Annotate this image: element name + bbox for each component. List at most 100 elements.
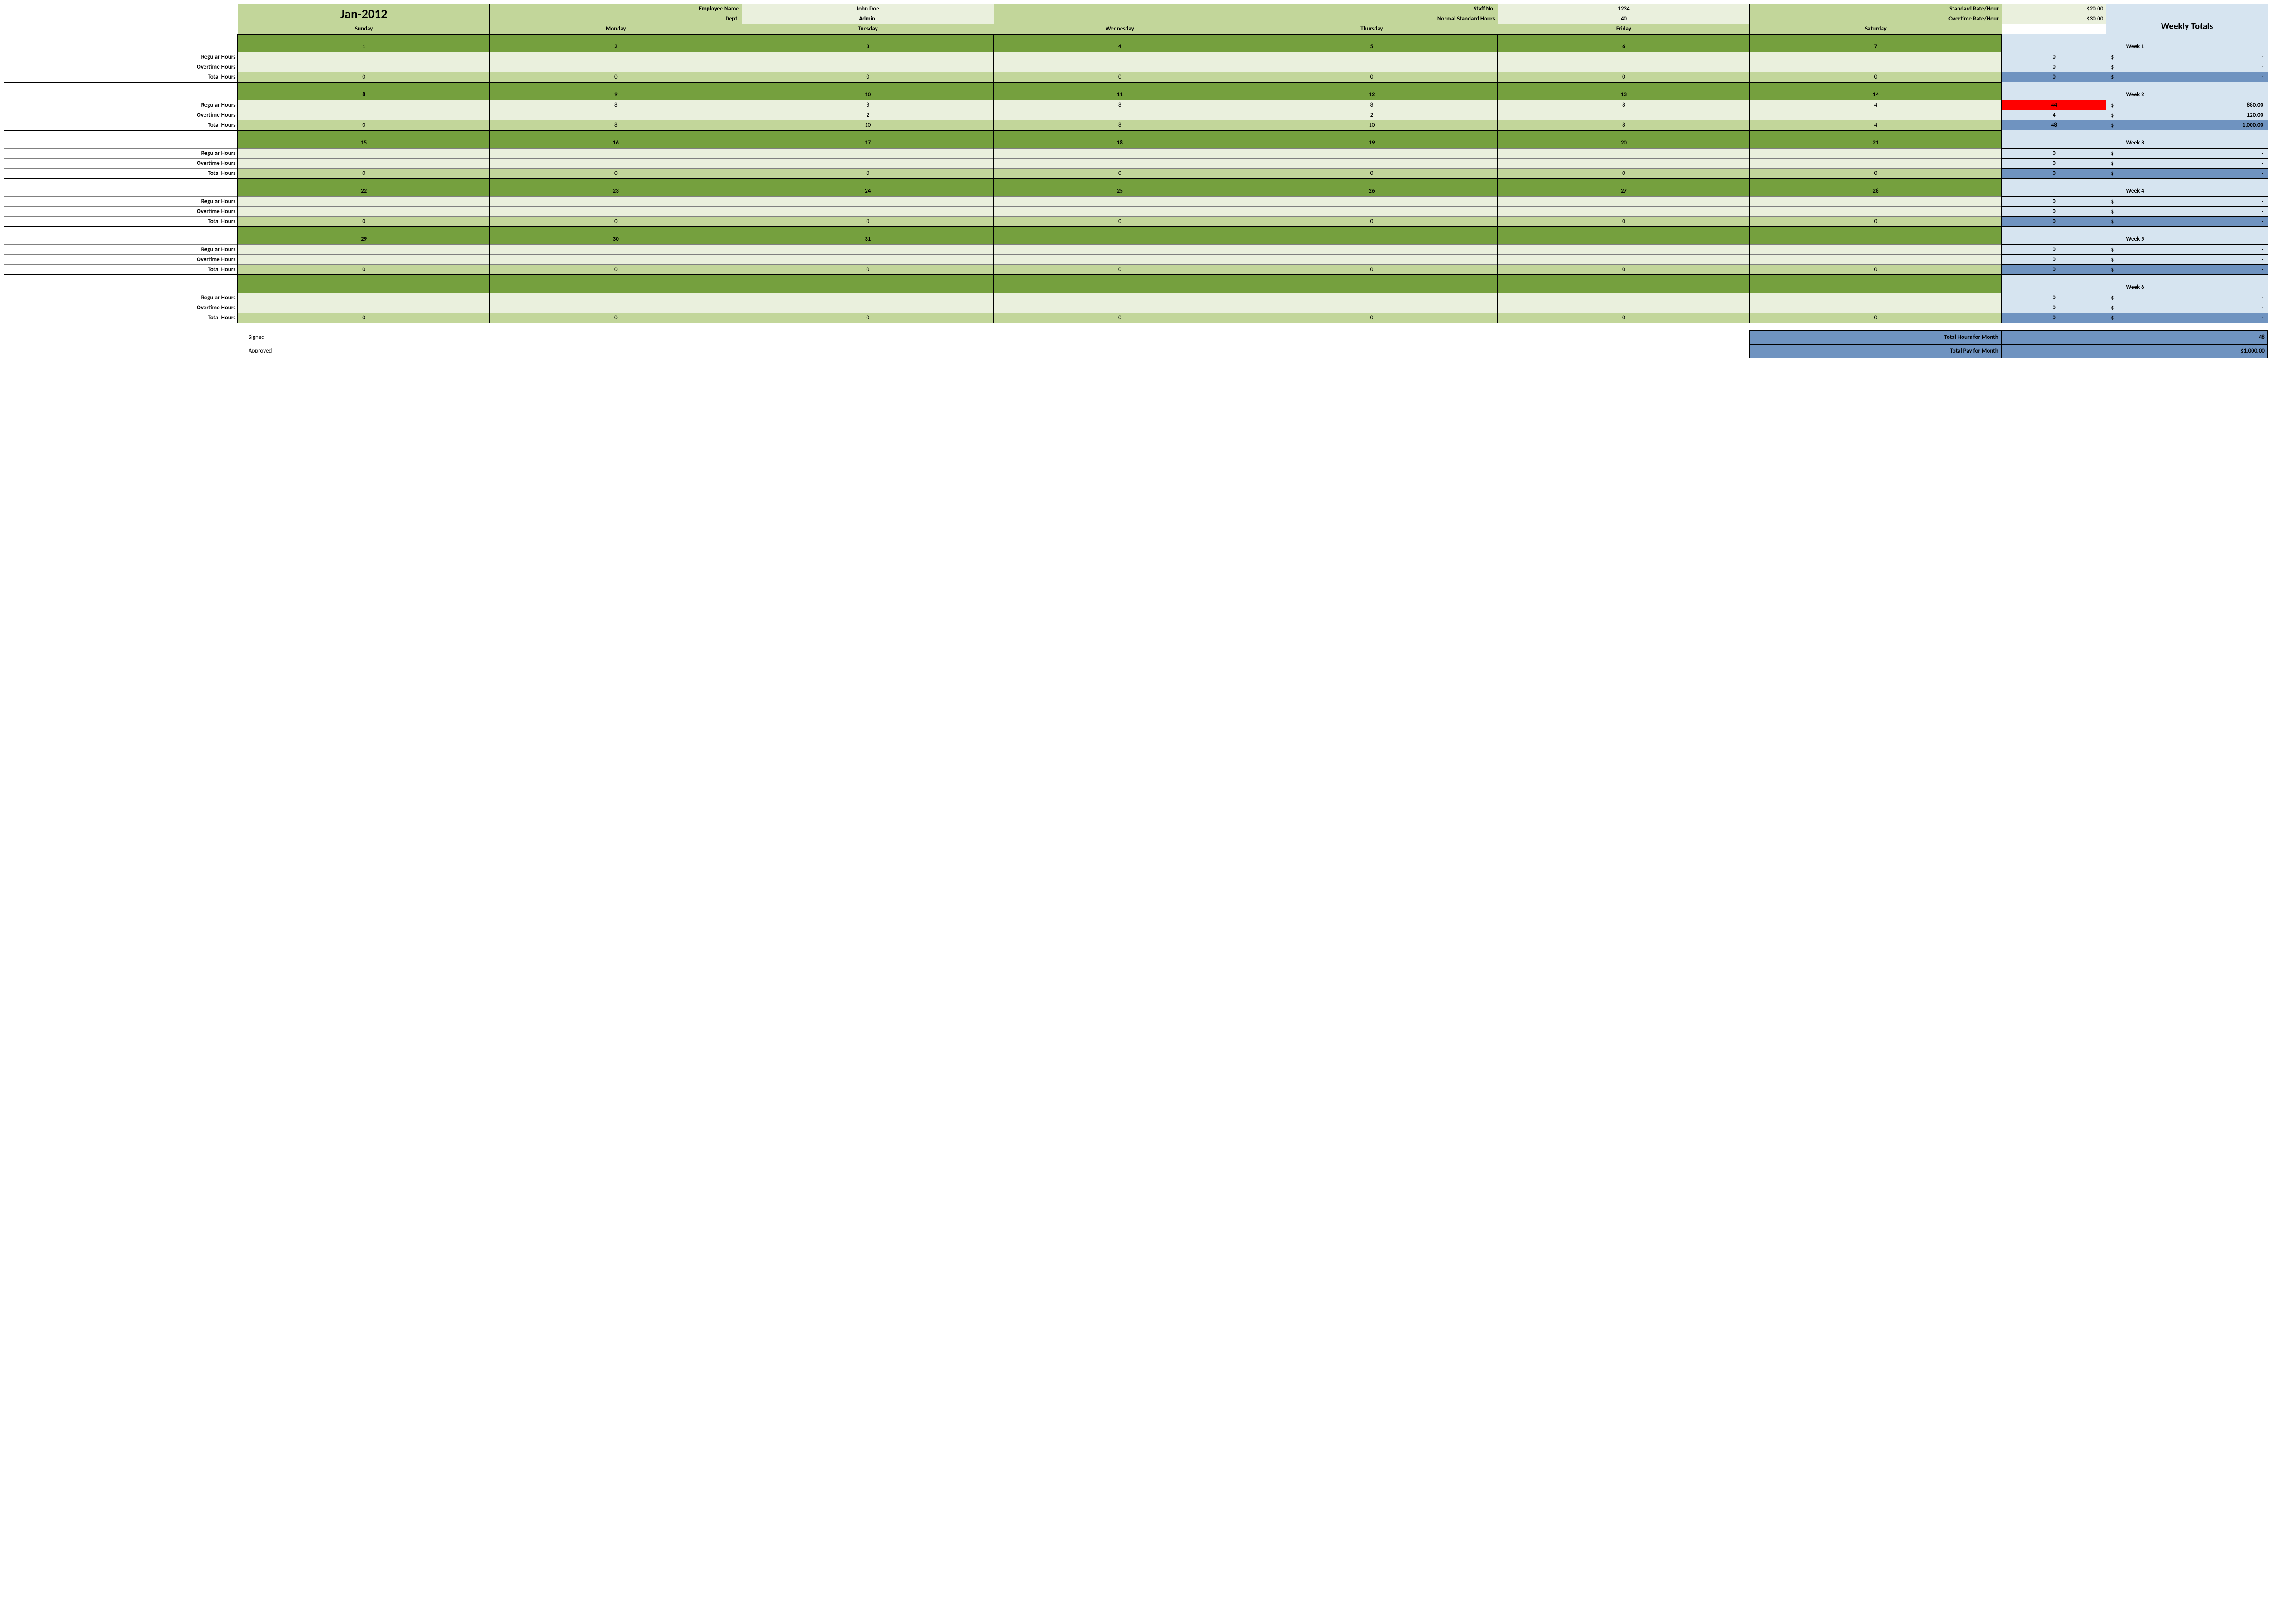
regular-hours-cell[interactable]: 8 <box>1246 100 1498 110</box>
overtime-hours-cell[interactable] <box>238 159 490 169</box>
total-hours-label: Total Hours <box>4 120 238 130</box>
regular-hours-cell[interactable] <box>1750 293 2002 303</box>
approved-line[interactable] <box>489 344 993 358</box>
week-total-amount: $- <box>2106 169 2268 179</box>
regular-hours-cell[interactable] <box>994 52 1246 62</box>
regular-hours-cell[interactable] <box>1246 52 1498 62</box>
overtime-hours-cell[interactable] <box>1246 207 1498 217</box>
regular-hours-cell[interactable] <box>238 149 490 159</box>
normal-hours-value[interactable]: 40 <box>1498 14 1750 24</box>
regular-hours-cell[interactable] <box>238 197 490 207</box>
std-rate-value[interactable]: $20.00 <box>2002 4 2106 14</box>
regular-hours-cell[interactable] <box>1246 245 1498 255</box>
overtime-hours-cell[interactable] <box>1498 207 1750 217</box>
overtime-hours-cell[interactable] <box>238 255 490 265</box>
regular-hours-cell[interactable] <box>1246 293 1498 303</box>
ot-rate-value[interactable]: $30.00 <box>2002 14 2106 24</box>
regular-hours-cell[interactable] <box>490 245 742 255</box>
regular-hours-cell[interactable] <box>490 197 742 207</box>
approved-label: Approved <box>238 344 490 358</box>
regular-hours-cell[interactable] <box>994 293 1246 303</box>
day-number <box>490 275 742 293</box>
regular-hours-cell[interactable] <box>238 100 490 110</box>
regular-hours-cell[interactable] <box>238 52 490 62</box>
regular-hours-cell[interactable]: 8 <box>742 100 994 110</box>
regular-hours-cell[interactable]: 8 <box>1498 100 1750 110</box>
overtime-hours-cell[interactable]: 2 <box>742 110 994 120</box>
overtime-hours-cell[interactable] <box>742 207 994 217</box>
regular-hours-cell[interactable] <box>1750 149 2002 159</box>
regular-hours-cell[interactable] <box>1246 197 1498 207</box>
day-number <box>1750 227 2002 245</box>
regular-hours-cell[interactable] <box>1498 197 1750 207</box>
overtime-hours-cell[interactable] <box>994 255 1246 265</box>
regular-hours-cell[interactable] <box>994 149 1246 159</box>
overtime-hours-cell[interactable] <box>994 207 1246 217</box>
overtime-hours-cell[interactable] <box>742 159 994 169</box>
regular-hours-cell[interactable] <box>742 293 994 303</box>
regular-hours-cell[interactable] <box>490 149 742 159</box>
overtime-hours-cell[interactable] <box>742 62 994 72</box>
regular-hours-cell[interactable] <box>1750 197 2002 207</box>
overtime-hours-cell[interactable] <box>490 207 742 217</box>
week-total-hours: 0 <box>2002 169 2106 179</box>
overtime-hours-cell[interactable] <box>1750 303 2002 313</box>
overtime-hours-cell[interactable] <box>994 303 1246 313</box>
overtime-hours-cell[interactable] <box>1246 159 1498 169</box>
regular-hours-cell[interactable] <box>742 149 994 159</box>
overtime-hours-cell[interactable]: 2 <box>1246 110 1498 120</box>
regular-hours-cell[interactable] <box>1498 52 1750 62</box>
overtime-hours-cell[interactable] <box>238 207 490 217</box>
regular-hours-cell[interactable] <box>1750 52 2002 62</box>
regular-hours-cell[interactable] <box>742 52 994 62</box>
overtime-hours-cell[interactable] <box>1750 255 2002 265</box>
regular-hours-cell[interactable] <box>742 197 994 207</box>
overtime-hours-cell[interactable] <box>994 110 1246 120</box>
regular-hours-cell[interactable] <box>1498 293 1750 303</box>
overtime-hours-cell[interactable] <box>490 62 742 72</box>
overtime-hours-cell[interactable] <box>1750 62 2002 72</box>
overtime-hours-cell[interactable] <box>1498 255 1750 265</box>
overtime-hours-cell[interactable] <box>994 62 1246 72</box>
overtime-hours-cell[interactable] <box>1750 159 2002 169</box>
staff-no-label: Staff No. <box>994 4 1498 14</box>
regular-hours-cell[interactable] <box>1498 149 1750 159</box>
overtime-hours-cell[interactable] <box>1246 303 1498 313</box>
overtime-hours-cell[interactable] <box>742 255 994 265</box>
regular-hours-cell[interactable] <box>238 293 490 303</box>
week-regular-hours: 0 <box>2002 197 2106 207</box>
overtime-hours-cell[interactable] <box>490 110 742 120</box>
regular-hours-cell[interactable]: 4 <box>1750 100 2002 110</box>
overtime-hours-cell[interactable] <box>490 255 742 265</box>
regular-hours-cell[interactable] <box>490 293 742 303</box>
overtime-hours-cell[interactable] <box>1498 110 1750 120</box>
regular-hours-cell[interactable] <box>994 197 1246 207</box>
regular-hours-cell[interactable]: 8 <box>994 100 1246 110</box>
overtime-hours-cell[interactable] <box>1498 62 1750 72</box>
overtime-hours-cell[interactable] <box>238 110 490 120</box>
overtime-hours-cell[interactable] <box>490 159 742 169</box>
overtime-hours-cell[interactable] <box>1498 303 1750 313</box>
overtime-hours-cell[interactable] <box>742 303 994 313</box>
regular-hours-cell[interactable] <box>490 52 742 62</box>
regular-hours-cell[interactable]: 8 <box>490 100 742 110</box>
regular-hours-cell[interactable] <box>238 245 490 255</box>
regular-hours-cell[interactable] <box>1750 245 2002 255</box>
regular-hours-cell[interactable] <box>1246 149 1498 159</box>
dept-value[interactable]: Admin. <box>742 14 994 24</box>
overtime-hours-cell[interactable] <box>1750 207 2002 217</box>
overtime-hours-cell[interactable] <box>1246 255 1498 265</box>
overtime-hours-cell[interactable] <box>1246 62 1498 72</box>
regular-hours-cell[interactable] <box>742 245 994 255</box>
overtime-hours-cell[interactable] <box>490 303 742 313</box>
regular-hours-cell[interactable] <box>1498 245 1750 255</box>
overtime-hours-cell[interactable] <box>1750 110 2002 120</box>
employee-name-value[interactable]: John Doe <box>742 4 994 14</box>
overtime-hours-cell[interactable] <box>238 303 490 313</box>
overtime-hours-cell[interactable] <box>1498 159 1750 169</box>
overtime-hours-cell[interactable] <box>994 159 1246 169</box>
overtime-hours-cell[interactable] <box>238 62 490 72</box>
regular-hours-cell[interactable] <box>994 245 1246 255</box>
staff-no-value[interactable]: 1234 <box>1498 4 1750 14</box>
signed-line[interactable] <box>489 331 993 344</box>
